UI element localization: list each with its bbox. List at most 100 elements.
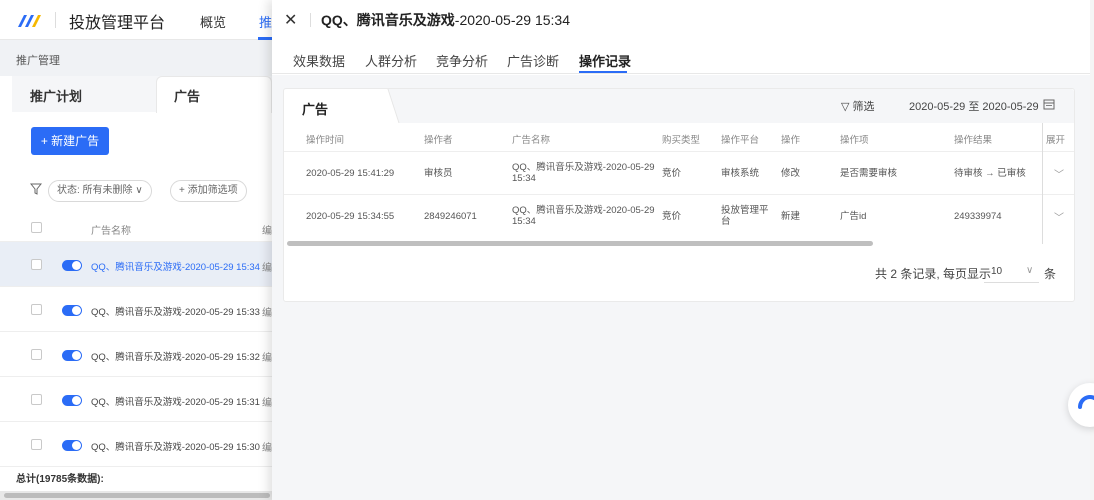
- nav-overview[interactable]: 概览: [200, 12, 226, 31]
- table-total: 总计(19785条数据):: [16, 474, 104, 485]
- logo-icon: [18, 15, 41, 27]
- table-horizontal-scrollbar[interactable]: [284, 239, 1074, 247]
- cell-ad-name: QQ、腾讯音乐及游戏-2020-05-29 15:34: [512, 205, 655, 227]
- col-ad-name: 广告名称: [512, 135, 551, 146]
- ad-name-link[interactable]: QQ、腾讯音乐及游戏-2020-05-29 15:34: [91, 259, 260, 273]
- cell-platform: 投放管理平 台: [721, 205, 769, 227]
- edit-link[interactable]: 编: [262, 349, 272, 364]
- fixed-column-divider: [1042, 123, 1043, 244]
- card-tab-label: 广告: [302, 102, 329, 117]
- ad-name-link[interactable]: QQ、腾讯音乐及游戏-2020-05-29 15:30: [91, 439, 260, 453]
- col-action: 操作: [781, 135, 801, 146]
- select-all-checkbox[interactable]: [31, 222, 42, 233]
- status-filter-chip[interactable]: 状态: 所有未删除 ∨: [48, 180, 152, 202]
- cell-ad-name-line1: QQ、腾讯音乐及游戏-2020-05-29: [512, 205, 655, 216]
- table-row[interactable]: QQ、腾讯音乐及游戏-2020-05-29 15:32 编: [0, 332, 272, 377]
- cell-ad-name: QQ、腾讯音乐及游戏-2020-05-29 15:34: [512, 162, 655, 184]
- filter-icon[interactable]: [30, 183, 42, 195]
- status-toggle[interactable]: [62, 260, 82, 271]
- cell-item: 广告id: [840, 211, 867, 222]
- nav-promotion[interactable]: 推: [259, 12, 272, 31]
- expand-chevron-icon[interactable]: ﹀: [1054, 209, 1064, 224]
- cell-platform-line2: 台: [721, 216, 731, 227]
- cell-buy-type: 竞价: [662, 168, 682, 179]
- card-tab-ad[interactable]: [284, 89, 384, 123]
- table-row: 2020-05-29 15:41:29 审核员 QQ、腾讯音乐及游戏-2020-…: [284, 151, 1074, 194]
- column-ad-name: 广告名称: [91, 226, 131, 237]
- tab-competition[interactable]: 竞争分析: [436, 51, 488, 70]
- close-icon[interactable]: ✕: [284, 10, 297, 30]
- edit-link[interactable]: 编: [262, 304, 272, 319]
- cell-time: 2020-05-29 15:41:29: [306, 168, 395, 179]
- ad-name-link[interactable]: QQ、腾讯音乐及游戏-2020-05-29 15:31: [91, 394, 260, 408]
- cell-buy-type: 竞价: [662, 211, 682, 222]
- ad-name-link[interactable]: QQ、腾讯音乐及游戏-2020-05-29 15:33: [91, 304, 260, 318]
- headset-icon: [1078, 395, 1094, 409]
- tab-diagnosis[interactable]: 广告诊断: [507, 51, 559, 70]
- filter-icon: ▽: [841, 101, 850, 113]
- status-toggle[interactable]: [62, 305, 82, 316]
- tab-audience[interactable]: 人群分析: [365, 51, 417, 70]
- tab-ads[interactable]: 广告: [174, 86, 200, 105]
- help-float-button[interactable]: [1068, 383, 1094, 427]
- column-edit: 编: [262, 226, 272, 237]
- col-result: 操作结果: [954, 135, 993, 146]
- row-checkbox[interactable]: [31, 259, 42, 270]
- date-range-picker[interactable]: 2020-05-29 至 2020-05-29: [909, 98, 1039, 114]
- ad-name-link[interactable]: QQ、腾讯音乐及游戏-2020-05-29 15:32: [91, 349, 260, 363]
- filter-button[interactable]: ▽ 筛选: [841, 98, 875, 114]
- horizontal-scrollbar[interactable]: [0, 491, 272, 500]
- add-filter-chip[interactable]: + 添加筛选项: [170, 180, 247, 202]
- scrollbar-thumb[interactable]: [287, 241, 873, 246]
- page-size-value: 10: [991, 266, 1003, 277]
- filter-label: 筛选: [852, 101, 875, 113]
- table-header: 操作时间 操作者 广告名称 购买类型 操作平台 操作 操作项 操作结果 展开: [284, 123, 1074, 151]
- tab-operation-log[interactable]: 操作记录: [579, 51, 631, 70]
- drawer-title-time: -2020-05-29 15:34: [454, 12, 570, 28]
- col-operator: 操作者: [424, 135, 453, 146]
- expand-chevron-icon[interactable]: ﹀: [1054, 166, 1064, 181]
- col-expand: 展开: [1046, 135, 1066, 146]
- col-operation-time: 操作时间: [306, 135, 345, 146]
- drawer-tab-bar: 效果数据 人群分析 竞争分析 广告诊断 操作记录: [272, 42, 1090, 74]
- cell-platform-line1: 投放管理平: [721, 205, 769, 216]
- table-row[interactable]: QQ、腾讯音乐及游戏-2020-05-29 15:33 编: [0, 287, 272, 332]
- edit-link[interactable]: 编: [262, 259, 272, 274]
- table-row[interactable]: QQ、腾讯音乐及游戏-2020-05-29 15:31 编: [0, 377, 272, 422]
- edit-link[interactable]: 编: [262, 439, 272, 454]
- cell-ad-name-line2: 15:34: [512, 216, 536, 227]
- ad-detail-drawer: ✕ QQ、腾讯音乐及游戏-2020-05-29 15:34 效果数据 人群分析 …: [272, 0, 1090, 500]
- pagination-summary: 共 2 条记录, 每页显示: [875, 267, 992, 281]
- cell-action: 新建: [781, 211, 801, 222]
- brand-divider: [55, 12, 56, 28]
- page-size-unit: 条: [1044, 267, 1057, 281]
- ad-table-header: 广告名称 编: [0, 212, 272, 242]
- cell-item: 是否需要审核: [840, 168, 898, 179]
- cell-time: 2020-05-29 15:34:55: [306, 211, 395, 222]
- page-size-select[interactable]: 10 ∨: [984, 263, 1039, 283]
- cell-result: 待审核 → 已审核: [954, 168, 1026, 179]
- status-toggle[interactable]: [62, 395, 82, 406]
- calendar-icon[interactable]: [1043, 98, 1055, 110]
- scrollbar-thumb[interactable]: [4, 493, 270, 498]
- left-tab-bar: 推广计划 广告: [12, 76, 272, 113]
- row-checkbox[interactable]: [31, 304, 42, 315]
- ad-list-panel: 推广管理 推广计划 广告 + 新建广告 状态: 所有未删除 ∨ + 添加筛选项 …: [0, 40, 272, 500]
- tab-campaigns[interactable]: 推广计划: [30, 86, 82, 105]
- row-checkbox[interactable]: [31, 394, 42, 405]
- drawer-body: 广告 ▽ 筛选 2020-05-29 至 2020-05-29 操作时间 操作者…: [272, 75, 1090, 500]
- tab-performance[interactable]: 效果数据: [293, 51, 345, 70]
- new-ad-button[interactable]: + 新建广告: [31, 127, 109, 155]
- cell-ad-name-line2: 15:34: [512, 173, 536, 184]
- table-row[interactable]: QQ、腾讯音乐及游戏-2020-05-29 15:34 编: [0, 242, 272, 287]
- card-header: 广告 ▽ 筛选 2020-05-29 至 2020-05-29: [284, 89, 1074, 123]
- row-checkbox[interactable]: [31, 439, 42, 450]
- cell-ad-name-line1: QQ、腾讯音乐及游戏-2020-05-29: [512, 162, 655, 173]
- edit-link[interactable]: 编: [262, 394, 272, 409]
- status-toggle[interactable]: [62, 350, 82, 361]
- table-row[interactable]: QQ、腾讯音乐及游戏-2020-05-29 15:30 编: [0, 422, 272, 467]
- row-checkbox[interactable]: [31, 349, 42, 360]
- col-platform: 操作平台: [721, 135, 760, 146]
- status-toggle[interactable]: [62, 440, 82, 451]
- table-row: 2020-05-29 15:34:55 2849246071 QQ、腾讯音乐及游…: [284, 194, 1074, 237]
